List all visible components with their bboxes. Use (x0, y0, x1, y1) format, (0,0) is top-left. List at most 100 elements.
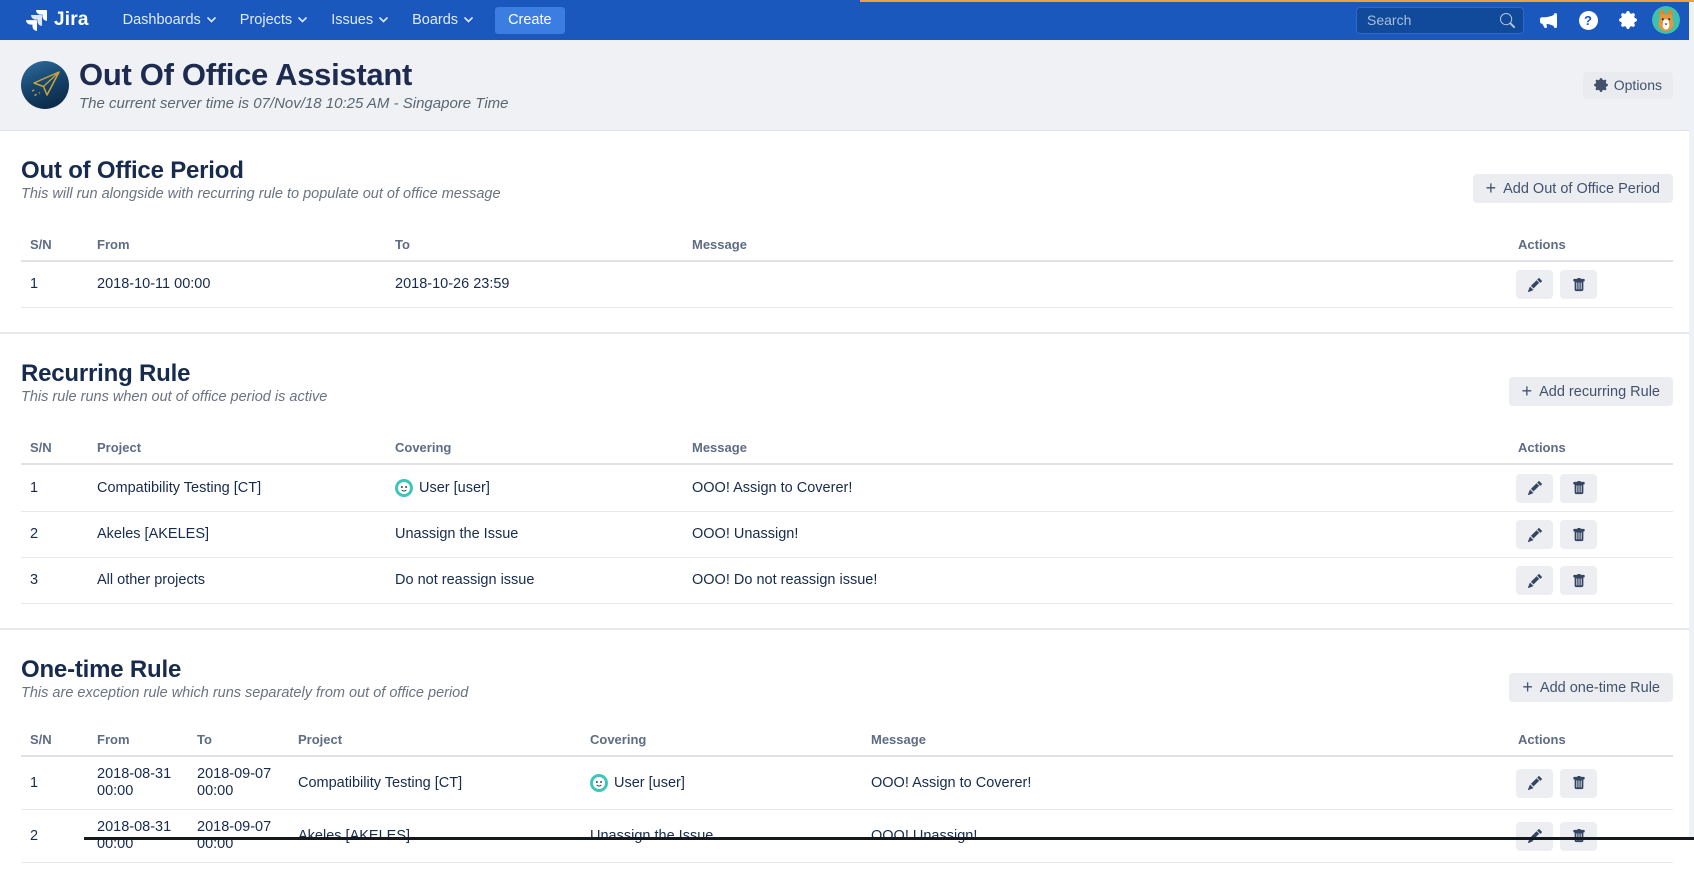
trash-icon (1572, 481, 1586, 495)
covering-cell: User [user] (614, 775, 685, 792)
add-button-label: Add recurring Rule (1539, 384, 1660, 400)
chevron-down-icon (298, 17, 307, 23)
message-cell: OOO! Assign to Coverer! (862, 756, 1510, 810)
trash-icon (1572, 776, 1586, 790)
column-header-sn: S/N (21, 732, 88, 756)
delete-button[interactable] (1560, 474, 1597, 503)
add-one-time-rule-button[interactable]: + Add one-time Rule (1509, 673, 1673, 702)
plus-icon: + (1486, 179, 1497, 197)
nav-issues-label: Issues (331, 12, 373, 28)
create-button[interactable]: Create (495, 7, 565, 34)
app-icon (21, 61, 69, 109)
nav-projects[interactable]: Projects (228, 0, 319, 40)
add-button-label: Add one-time Rule (1540, 680, 1660, 696)
search-input[interactable] (1367, 12, 1500, 28)
section-title: Out of Office Period (21, 157, 501, 184)
project-cell: Compatibility Testing [CT] (289, 756, 581, 810)
help-icon: ? (1579, 11, 1598, 30)
section-out-of-office-period: Out of Office Period This will run along… (0, 131, 1694, 332)
brand-name: Jira (54, 9, 89, 31)
message-cell: OOO! Unassign! (683, 512, 1510, 558)
plus-icon: + (1522, 678, 1533, 696)
covering-cell: Unassign the Issue (581, 810, 862, 863)
add-out-of-office-period-button[interactable]: + Add Out of Office Period (1473, 174, 1673, 203)
column-header-message: Message (683, 237, 1510, 261)
sn-cell: 2 (21, 810, 88, 863)
pencil-icon (1528, 481, 1542, 495)
column-header-message: Message (862, 732, 1510, 756)
delete-button[interactable] (1560, 822, 1597, 851)
table-row: 3 All other projects Do not reassign iss… (21, 558, 1673, 604)
column-header-actions: Actions (1510, 237, 1673, 261)
delete-button[interactable] (1560, 566, 1597, 595)
section-title: One-time Rule (21, 656, 468, 683)
nav-issues[interactable]: Issues (319, 0, 400, 40)
gear-icon (1619, 11, 1637, 29)
jira-logo[interactable]: Jira (26, 9, 89, 31)
top-navbar: Jira Dashboards Projects Issues Boards C… (0, 0, 1694, 40)
column-header-from: From (88, 732, 188, 756)
add-recurring-rule-button[interactable]: + Add recurring Rule (1509, 377, 1673, 406)
search-icon[interactable] (1500, 13, 1515, 28)
project-cell: All other projects (88, 558, 386, 604)
delete-button[interactable] (1560, 520, 1597, 549)
pencil-icon (1528, 278, 1542, 292)
column-header-to: To (386, 237, 683, 261)
nav-boards[interactable]: Boards (400, 0, 485, 40)
section-title: Recurring Rule (21, 360, 327, 387)
to-cell: 2018-09-07 00:00 (188, 810, 289, 863)
edit-button[interactable] (1516, 270, 1553, 299)
message-cell: OOO! Do not reassign issue! (683, 558, 1510, 604)
sn-cell: 1 (21, 464, 88, 512)
sn-cell: 2 (21, 512, 88, 558)
to-cell: 2018-09-07 00:00 (188, 756, 289, 810)
sn-cell: 1 (21, 756, 88, 810)
column-header-covering: Covering (581, 732, 862, 756)
chevron-down-icon (207, 17, 216, 23)
user-avatar[interactable] (1652, 6, 1680, 34)
table-row: 1 2018-10-11 00:00 2018-10-26 23:59 (21, 261, 1673, 308)
nav-dashboards[interactable]: Dashboards (111, 0, 228, 40)
from-cell: 2018-08-31 00:00 (88, 810, 188, 863)
page-header: Out Of Office Assistant The current serv… (0, 40, 1694, 131)
nav-boards-label: Boards (412, 12, 458, 28)
pencil-icon (1528, 776, 1542, 790)
one-time-rule-table: S/N From To Project Covering Message Act… (21, 732, 1673, 863)
pencil-icon (1528, 829, 1542, 843)
options-button[interactable]: Options (1583, 72, 1673, 99)
column-header-message: Message (683, 440, 1510, 464)
window-top-accent (860, 0, 1694, 2)
scrollbar[interactable] (1689, 0, 1694, 840)
settings-button[interactable] (1612, 4, 1644, 36)
project-cell: Akeles [AKELES] (289, 810, 581, 863)
edit-button[interactable] (1516, 520, 1553, 549)
paper-plane-icon (21, 61, 69, 109)
column-header-actions: Actions (1510, 440, 1673, 464)
column-header-from: From (88, 237, 386, 261)
table-row: 1 2018-08-31 00:00 2018-09-07 00:00 Comp… (21, 756, 1673, 810)
edit-button[interactable] (1516, 474, 1553, 503)
server-time-text: The current server time is 07/Nov/18 10:… (79, 95, 509, 112)
megaphone-icon (1540, 12, 1557, 29)
search-box[interactable] (1356, 7, 1524, 34)
column-header-project: Project (289, 732, 581, 756)
announcements-button[interactable] (1532, 4, 1564, 36)
delete-button[interactable] (1560, 270, 1597, 299)
trash-icon (1572, 574, 1586, 588)
delete-button[interactable] (1560, 769, 1597, 798)
column-header-to: To (188, 732, 289, 756)
trash-icon (1572, 278, 1586, 292)
help-button[interactable]: ? (1572, 4, 1604, 36)
help-glyph: ? (1584, 13, 1592, 28)
section-subtitle: This will run alongside with recurring r… (21, 186, 501, 203)
sn-cell: 1 (21, 261, 88, 308)
table-row: 2 2018-08-31 00:00 2018-09-07 00:00 Akel… (21, 810, 1673, 863)
user-avatar-icon (590, 774, 608, 792)
edit-button[interactable] (1516, 822, 1553, 851)
chevron-down-icon (464, 17, 473, 23)
project-cell: Compatibility Testing [CT] (88, 464, 386, 512)
edit-button[interactable] (1516, 769, 1553, 798)
edit-button[interactable] (1516, 566, 1553, 595)
sn-cell: 3 (21, 558, 88, 604)
covering-cell: Unassign the Issue (386, 512, 683, 558)
